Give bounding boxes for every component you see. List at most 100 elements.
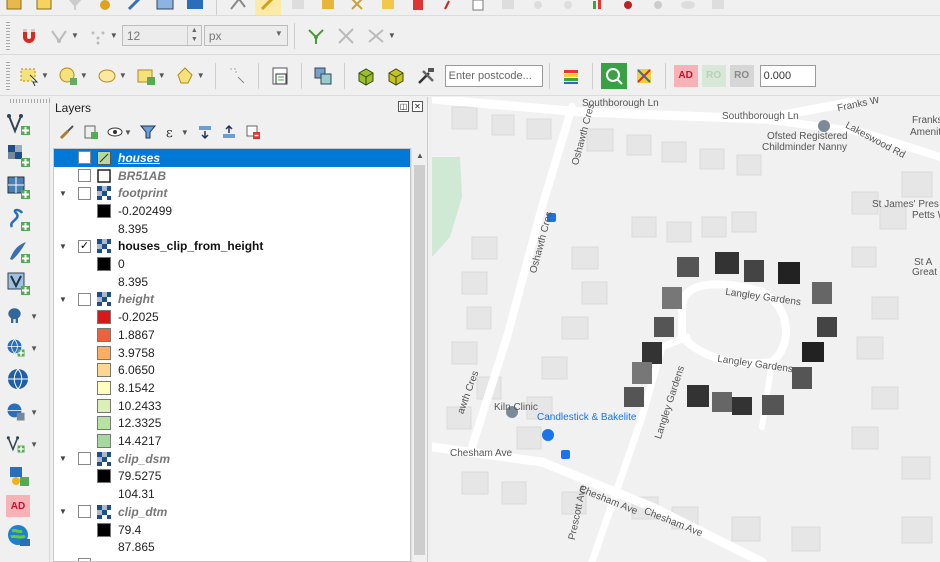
gray-dot-icon[interactable] (645, 0, 671, 15)
zoom-search-icon[interactable] (600, 62, 627, 89)
postcode-search-input[interactable]: Enter postcode... (444, 64, 543, 87)
brush-tool-icon[interactable] (631, 63, 657, 89)
chevron-down-icon[interactable]: ▼ (30, 408, 38, 417)
poi-marker[interactable] (542, 429, 554, 441)
spin-arrows-icon[interactable]: ▲ ▼ (186, 26, 201, 45)
deselect-icon[interactable] (94, 63, 120, 89)
layer-visibility-checkbox[interactable] (78, 452, 91, 466)
chevron-down-icon[interactable]: ▼ (119, 71, 127, 80)
add-vector-layer-button[interactable] (6, 109, 42, 139)
coordinate-input[interactable]: 0.000 (759, 64, 816, 87)
add-wfs-layer-button[interactable] (6, 365, 42, 395)
collapse-arrow-icon[interactable]: ▼ (59, 189, 67, 198)
chevron-down-icon[interactable]: ▼ (158, 71, 166, 80)
tools-icon[interactable] (413, 63, 439, 89)
chevron-down-icon[interactable]: ▼ (30, 312, 38, 321)
layer-visibility-checkbox[interactable] (78, 169, 91, 183)
chevron-down-icon[interactable]: ▼ (71, 31, 79, 40)
remove-layer-icon[interactable] (243, 122, 263, 142)
layer-row-houses-clip-from-height[interactable]: ▼ ✓ houses_clip_from_height (54, 238, 410, 256)
window-icon[interactable] (705, 0, 731, 15)
delete-icon[interactable] (405, 0, 431, 15)
attribute-table-icon[interactable] (267, 63, 293, 89)
trace-tool-icon[interactable] (363, 23, 389, 49)
undo-icon[interactable] (495, 0, 521, 15)
scroll-up-icon[interactable]: ▲ (412, 148, 428, 164)
layer-visibility-checkbox[interactable] (78, 151, 91, 165)
eye-icon[interactable] (675, 0, 701, 15)
add-postgis-layer-button[interactable]: ▼ (6, 301, 42, 331)
ad-button[interactable]: AD (673, 64, 698, 87)
snapping-magnet-icon[interactable] (16, 23, 42, 49)
select-polygon-icon[interactable] (172, 63, 198, 89)
chevron-down-icon[interactable]: ▼ (124, 128, 132, 137)
digitize-icon[interactable] (92, 0, 118, 15)
collapse-arrow-icon[interactable]: ▼ (59, 242, 67, 251)
layer-tree-scrollbar[interactable]: ▲ (411, 148, 427, 562)
vertex-tool-icon[interactable] (225, 0, 251, 15)
layer-tree[interactable]: houses BR51AB ▼ footprint -0.202499 8.39… (53, 148, 411, 562)
snap-dots-icon[interactable] (85, 23, 111, 49)
annotation-icon[interactable] (435, 0, 461, 15)
toolbar-grip[interactable] (6, 21, 10, 50)
add-delimited-text-button[interactable] (6, 205, 42, 235)
add-wcs-layer-button[interactable]: ▼ (6, 397, 42, 427)
toolbar-grip[interactable] (6, 61, 10, 90)
add-raster-layer-button[interactable] (6, 141, 42, 171)
chevron-down-icon[interactable]: ▼ (110, 31, 118, 40)
collapse-all-icon[interactable] (219, 122, 239, 142)
tolerance-unit-select[interactable]: px ▼ (203, 25, 288, 46)
add-wms-layer-button[interactable]: ▼ (6, 333, 42, 363)
layer-visibility-checkbox[interactable] (78, 186, 91, 200)
pencil-edit-icon[interactable] (122, 0, 148, 15)
layer-style-icon[interactable] (152, 0, 178, 15)
new-shapefile-button[interactable]: ▼ (6, 429, 42, 459)
filter-legend-icon[interactable] (138, 122, 158, 142)
record-icon[interactable] (615, 0, 641, 15)
3d-box-icon[interactable] (353, 63, 379, 89)
add-feature-icon[interactable] (315, 0, 341, 15)
topological-editing-icon[interactable] (303, 23, 329, 49)
3d-box-2-icon[interactable] (383, 63, 409, 89)
layer-stack-icon[interactable] (558, 63, 584, 89)
layer-row-houses[interactable]: houses (54, 149, 410, 167)
pencil-icon[interactable] (255, 0, 281, 15)
style-brush-icon[interactable] (57, 122, 77, 142)
add-virtual-layer-button[interactable] (6, 269, 42, 299)
expand-all-icon[interactable] (195, 122, 215, 142)
snapping-tolerance-input[interactable]: 12 ▲ ▼ (121, 25, 202, 46)
ad-tool-button[interactable]: AD (6, 491, 42, 521)
chevron-down-icon[interactable]: ▼ (30, 344, 38, 353)
map-canvas[interactable]: Southborough Ln Southborough Ln Franks W… (432, 97, 940, 562)
eye-icon[interactable] (105, 122, 125, 142)
chevron-down-icon[interactable]: ▼ (80, 71, 88, 80)
layer-row-partial[interactable]: ▼ (54, 556, 410, 561)
add-group-icon[interactable] (81, 122, 101, 142)
float-panel-icon[interactable]: ◫ (398, 101, 409, 112)
layer-row-clip-dtm[interactable]: ▼ clip_dtm (54, 503, 410, 521)
layer-visibility-checkbox[interactable] (78, 505, 91, 519)
layer-row-height[interactable]: ▼ height (54, 291, 410, 309)
layer-row-br51ab[interactable]: BR51AB (54, 167, 410, 185)
add-mesh-layer-button[interactable] (6, 173, 42, 203)
vector-layer-icon[interactable] (2, 0, 28, 15)
scrollbar-thumb[interactable] (414, 165, 425, 555)
chevron-down-icon[interactable]: ▼ (30, 440, 38, 449)
chevron-down-icon[interactable]: ▼ (388, 31, 396, 40)
layer-visibility-checkbox[interactable]: ✓ (78, 239, 91, 253)
intersection-avoid-icon[interactable] (333, 23, 359, 49)
cut-features-icon[interactable] (345, 0, 371, 15)
layer-visibility-checkbox[interactable] (78, 558, 91, 561)
bus-stop-icon[interactable] (561, 450, 570, 459)
georef-icon[interactable] (182, 0, 208, 15)
collapse-arrow-icon[interactable]: ▼ (59, 507, 67, 516)
refresh-icon[interactable] (555, 0, 581, 15)
chevron-down-icon[interactable]: ▼ (181, 128, 189, 137)
select-by-value-icon[interactable] (55, 63, 81, 89)
ro-alt-button[interactable]: RO (729, 64, 754, 87)
measure-icon[interactable] (224, 63, 250, 89)
collapse-arrow-icon[interactable]: ▼ (59, 454, 67, 463)
filter-icon[interactable] (62, 0, 88, 15)
close-icon[interactable]: ✕ (412, 101, 423, 112)
expression-filter-icon[interactable]: ε (162, 122, 182, 142)
